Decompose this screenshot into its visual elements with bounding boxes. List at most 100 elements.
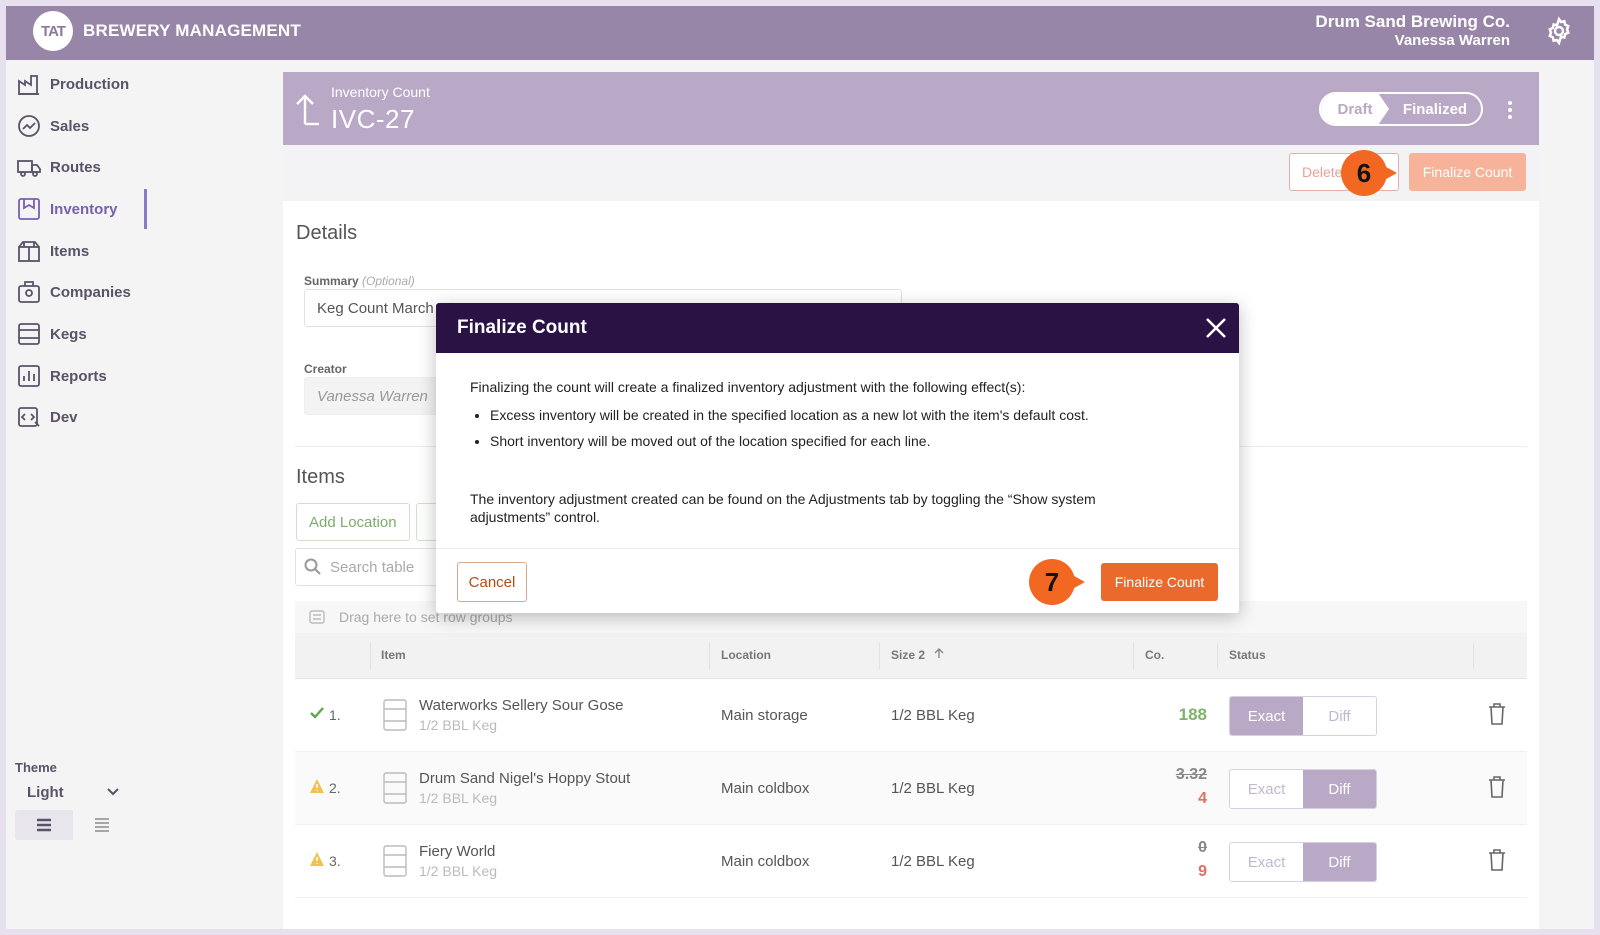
table-row: 2. Drum Sand Nigel's Hoppy Stout 1/2 BBL… [295,752,1527,825]
step-number: 7 [1029,559,1075,605]
sidebar-item-sales[interactable]: Sales [6,106,147,146]
dialog-effects-list: Excess inventory will be created in the … [490,406,1210,450]
diff-toggle[interactable]: Diff [1303,770,1376,808]
keg-icon [383,772,407,804]
item-count[interactable]: 9 [1198,863,1207,881]
trash-icon[interactable] [1488,703,1506,725]
sidebar-item-label: Dev [50,408,78,426]
row-number: 1. [329,707,341,723]
diff-toggle[interactable]: Diff [1303,843,1376,881]
back-arrow-icon[interactable] [295,92,321,126]
column-separator [1473,643,1474,669]
brand-logo[interactable]: TAT [33,11,73,51]
user-name: Vanessa Warren [1394,32,1510,49]
finalize-count-dialog: Finalize Count Finalizing the count will… [436,303,1239,613]
confirm-finalize-button[interactable]: Finalize Count [1101,563,1218,601]
column-separator [1217,643,1218,669]
status-finalized[interactable]: Finalized [1389,94,1481,124]
dialog-header: Finalize Count [436,303,1239,353]
item-expected-count: 3.32 [1175,766,1207,783]
column-separator [370,643,371,669]
item-name[interactable]: Drum Sand Nigel's Hoppy Stout [419,770,630,787]
item-count[interactable]: 188 [1179,705,1207,725]
dialog-footer: Cancel 7 Finalize Count [436,548,1239,613]
sidebar-item-inventory[interactable]: Inventory [6,189,147,229]
item-subtitle: 1/2 BBL Keg [419,863,498,879]
row-number: 2. [329,780,341,796]
dialog-effect-item: Excess inventory will be created in the … [490,406,1210,424]
inventory-icon [18,198,40,220]
sidebar-item-items[interactable]: Items [6,231,147,271]
trend-icon [18,115,40,137]
sidebar-item-reports[interactable]: Reports [6,356,147,396]
company-name: Drum Sand Brewing Co. [1315,12,1510,31]
sidebar-item-routes[interactable]: Routes [6,147,147,187]
dialog-intro: Finalizing the count will create a final… [470,379,1026,395]
item-count[interactable]: 4 [1198,790,1207,808]
column-separator [879,643,880,669]
sidebar-item-production[interactable]: Production [6,64,147,104]
cancel-button[interactable]: Cancel [457,562,527,602]
gear-icon[interactable] [1544,16,1574,46]
warning-icon [310,852,324,866]
more-menu-icon[interactable] [1507,100,1513,120]
item-size: 1/2 BBL Keg [891,853,975,870]
dev-icon [18,407,40,427]
sidebar-item-label: Routes [50,158,101,176]
finalize-count-button[interactable]: Finalize Count [1409,153,1526,191]
column-count[interactable]: Co. [1145,648,1164,662]
factory-icon [18,75,39,95]
boxes-icon [18,241,40,262]
trash-icon[interactable] [1488,849,1506,871]
dialog-body: Finalizing the count will create a final… [470,378,1210,458]
item-name[interactable]: Waterworks Sellery Sour Gose [419,697,624,714]
density-toggle [15,810,131,840]
sort-ascending-icon [934,648,944,658]
add-location-button[interactable]: Add Location [296,503,410,541]
column-status[interactable]: Status [1229,648,1266,662]
creator-label: Creator [304,362,347,376]
sidebar-item-kegs[interactable]: Kegs [6,314,147,354]
details-title: Details [296,222,358,244]
search-icon [304,558,321,575]
sidebar-item-dev[interactable]: Dev [6,397,147,437]
keg-icon [383,699,407,731]
status-draft[interactable]: Draft [1321,94,1389,124]
dialog-note: The inventory adjustment created can be … [470,491,1096,525]
record-header: Inventory Count IVC-27 Draft Finalized [283,72,1539,145]
column-item[interactable]: Item [381,648,406,662]
density-comfortable-button[interactable] [15,810,73,840]
items-title: Items [296,466,345,488]
summary-label: Summary (Optional) [304,274,415,288]
creator-field: Vanessa Warren [304,377,444,415]
column-location[interactable]: Location [721,648,771,662]
item-location: Main coldbox [721,780,810,797]
theme-label: Theme [15,760,57,775]
lines-thin-icon [95,818,109,832]
top-bar: TAT BREWERY MANAGEMENT Drum Sand Brewing… [6,6,1594,60]
trash-icon[interactable] [1488,776,1506,798]
dialog-effect-item: Short inventory will be moved out of the… [490,432,1210,450]
sidebar: Production Sales Routes Inventory Items … [6,60,147,929]
exact-toggle[interactable]: Exact [1230,843,1303,881]
density-compact-button[interactable] [73,810,131,840]
theme-select[interactable]: Light [15,778,131,806]
column-separator [1133,643,1134,669]
summary-optional: (Optional) [362,274,415,288]
sidebar-item-companies[interactable]: Companies [6,272,147,312]
sidebar-item-label: Production [50,75,130,93]
chart-icon [18,365,40,387]
column-separator [709,643,710,669]
column-size[interactable]: Size 2 [891,648,944,662]
status-toggle: Exact Diff [1229,769,1377,809]
table-header: Item Location Size 2 Co. Status [295,633,1527,679]
exact-toggle[interactable]: Exact [1230,770,1303,808]
item-name[interactable]: Fiery World [419,843,495,860]
exact-toggle[interactable]: Exact [1230,697,1303,735]
item-subtitle: 1/2 BBL Keg [419,790,498,806]
diff-toggle[interactable]: Diff [1303,697,1376,735]
action-toolbar: Delete Finalize Count 6 [283,145,1539,201]
lines-thick-icon [37,818,51,832]
close-icon[interactable] [1203,315,1229,341]
item-location: Main coldbox [721,853,810,870]
